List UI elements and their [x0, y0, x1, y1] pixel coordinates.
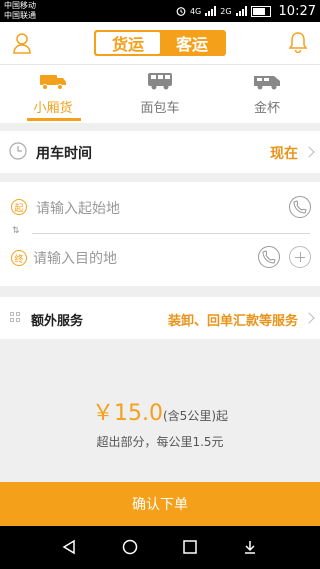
address-section: 起 请输入起始地 ⇅ 终 请输入目的地 [0, 182, 320, 286]
phone-icon[interactable] [289, 196, 311, 218]
back-icon[interactable] [62, 539, 76, 555]
top-bar: 货运 客运 [0, 22, 320, 64]
swap-icon[interactable]: ⇅ [12, 226, 20, 236]
phone-icon[interactable] [258, 246, 280, 268]
extra-services-value: 装卸、回单汇款等服务 [167, 314, 298, 329]
address-divider [32, 233, 310, 234]
recents-icon[interactable] [183, 539, 197, 555]
vehicle-label: 面包车 [140, 101, 180, 116]
chevron-right-icon [303, 146, 315, 158]
grid-icon [10, 312, 20, 322]
system-nav-bar [0, 526, 320, 569]
extra-services-row[interactable]: 额外服务 装卸、回单汇款等服务 [0, 297, 320, 339]
vehicle-minibus[interactable]: 金杯 [214, 65, 320, 123]
minibus-icon [254, 76, 280, 90]
price-note: (含5公里)起 [163, 409, 228, 423]
carrier-1: 中国移动 [4, 1, 36, 10]
start-address-input[interactable]: 请输入起始地 [36, 198, 120, 218]
network-type-2: 2G [220, 6, 232, 16]
chevron-right-icon [303, 312, 315, 324]
time-row[interactable]: 用车时间 现在 [0, 131, 320, 173]
carrier-2: 中国联通 [4, 11, 36, 20]
service-toggle: 货运 客运 [94, 30, 226, 56]
price-extra-rate: 超出部分，每公里1.5元 [96, 435, 224, 449]
clock-time: 10:27 [278, 3, 316, 19]
add-stop-icon[interactable] [289, 246, 311, 268]
signal-icon [205, 6, 217, 16]
end-address-input[interactable]: 请输入目的地 [33, 248, 117, 268]
extra-services-label: 额外服务 [31, 314, 84, 329]
status-bar: 中国移动 中国联通 4G 2G 10:27 [0, 0, 320, 22]
price-summary: ￥15.0(含5公里)起 超出部分，每公里1.5元 [0, 395, 320, 450]
tab-passenger[interactable]: 客运 [160, 32, 224, 54]
user-icon[interactable] [12, 32, 32, 54]
time-label: 用车时间 [36, 146, 92, 162]
time-value: 现在 [270, 146, 298, 162]
price-amount: ￥15.0 [92, 401, 163, 426]
alarm-icon [176, 7, 186, 16]
vehicle-selector: 小厢货 面包车 金杯 [0, 64, 320, 123]
signal-icon-2 [235, 6, 247, 16]
confirm-order-button[interactable]: 确认下单 [0, 482, 320, 526]
vehicle-small-truck[interactable]: 小厢货 [0, 65, 106, 123]
clock-icon [9, 142, 27, 160]
van-icon [148, 73, 172, 90]
bell-icon[interactable] [288, 31, 308, 53]
status-icons: 4G 2G 10:27 [176, 2, 316, 20]
home-icon[interactable] [122, 539, 138, 555]
active-vehicle-indicator [27, 118, 81, 121]
end-badge: 终 [11, 250, 27, 266]
vehicle-van[interactable]: 面包车 [107, 65, 213, 123]
carrier-info: 中国移动 中国联通 [4, 1, 36, 21]
battery-icon [250, 5, 271, 17]
small-truck-icon [40, 75, 66, 90]
network-type-1: 4G [189, 6, 202, 16]
vehicle-label: 金杯 [253, 101, 280, 116]
vehicle-label: 小厢货 [33, 101, 73, 116]
start-badge: 起 [11, 199, 27, 215]
tab-freight[interactable]: 货运 [96, 32, 160, 54]
notification-pull-icon[interactable] [243, 539, 257, 555]
